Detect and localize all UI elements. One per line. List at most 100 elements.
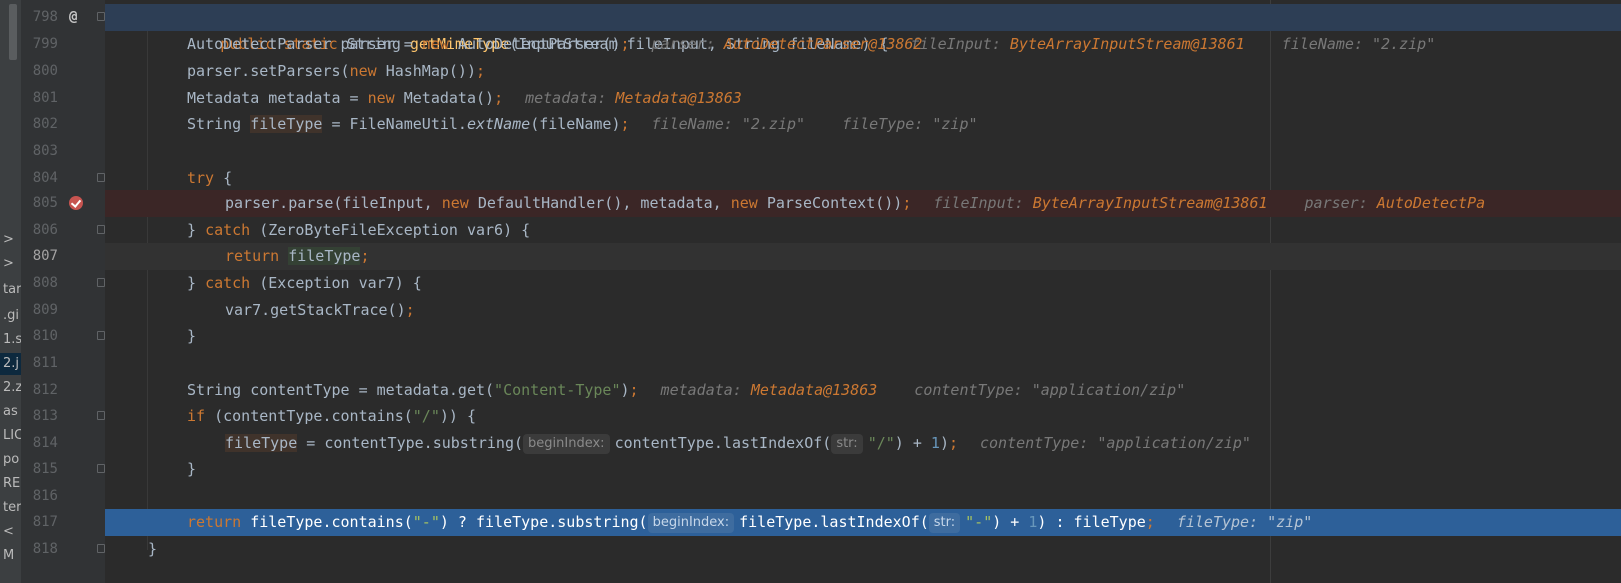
semicolon: ; [1145,513,1155,531]
code-text: HashMap()) [385,62,476,80]
project-tree-item[interactable]: 2.z [0,377,21,399]
project-tree-item[interactable]: tar [0,279,21,301]
fold-marker-icon[interactable] [97,464,105,473]
line-number: 817 [32,514,58,530]
fold-marker-icon[interactable] [97,411,105,420]
line-number: 802 [32,116,58,132]
static-method: extName [466,115,531,133]
code-text: ) : fileType [1037,513,1146,531]
code-line-814[interactable]: fileType = contentType.substring(beginIn… [105,430,1621,457]
code-text: DefaultHandler(), metadata, [477,194,731,212]
gutter-line-798[interactable]: 798 @ [21,4,105,31]
code-line-801[interactable]: Metadata metadata = new Metadata(); metad… [105,85,1621,112]
code-text: contentType.lastIndexOf( [614,434,832,452]
code-line-817-execution-point[interactable]: return fileType.contains("-") ? fileType… [105,509,1621,536]
project-tree-item[interactable]: ter [0,497,21,519]
project-tree-item[interactable]: as [0,401,21,423]
tree-scrollbar[interactable] [9,4,17,60]
code-line-815[interactable]: } [105,456,1621,483]
semicolon: ; [620,115,630,133]
line-number: 812 [32,382,58,398]
code-text: String contentType = metadata.get( [187,381,495,399]
project-tree-item[interactable]: M [0,545,21,567]
gutter-line-808[interactable]: 808 [21,270,105,297]
project-tree-item[interactable]: RE [0,473,21,495]
fold-marker-icon[interactable] [97,173,105,182]
gutter-line-816[interactable]: 816 [21,483,105,510]
fold-marker-icon[interactable] [97,278,105,287]
gutter-line-811[interactable]: 811 [21,350,105,377]
gutter-line-805[interactable]: 805 [21,190,105,217]
inline-debug-hint: fileName: "2.zip" [651,115,806,133]
semicolon: ; [629,381,639,399]
ide-window: > > tar .gi 1.s 2.j 2.z as LIC po RE ter < M 798 @799 8… [0,0,1621,583]
gutter-line-809[interactable]: 809 [21,297,105,324]
gutter-line-803[interactable]: 803 [21,138,105,165]
gutter-line-817[interactable]: 817 [21,509,105,536]
code-text: Metadata metadata = [187,89,368,107]
line-number: 804 [32,170,58,186]
gutter-line-812[interactable]: 812 [21,377,105,404]
gutter-line-807[interactable]: 807 [21,243,105,270]
gutter-line-801[interactable]: 801 [21,85,105,112]
code-line-799[interactable]: AutoDetectParser parser = new AutoDetect… [105,31,1621,58]
inline-debug-hint: contentType: "application/zip" [914,381,1186,399]
breakpoint-icon[interactable] [69,196,83,210]
code-line-809[interactable]: var7.getStackTrace(); [105,297,1621,324]
project-tree-item[interactable]: < [0,521,21,543]
keyword: new [349,62,386,80]
project-tree-item[interactable]: 2.j [0,353,21,375]
code-text: ParseContext()) [766,194,903,212]
gutter-line-814[interactable]: 814 [21,430,105,457]
line-number: 809 [32,302,58,318]
inline-debug-hint: metadata: Metadata@13863 [525,89,742,107]
gutter-line-802[interactable]: 802 [21,111,105,138]
line-number: 808 [32,275,58,291]
code-line-808[interactable]: } catch (Exception var7) { [105,270,1621,297]
code-line-798[interactable]: public static String getMimeType(InputSt… [105,4,1621,53]
project-tree-item[interactable]: LIC [0,425,21,447]
fold-marker-icon[interactable] [97,225,105,234]
code-line-805[interactable]: parser.parse(fileInput, new DefaultHandl… [105,190,1621,217]
gutter-line-806[interactable]: 806 [21,217,105,244]
code-line-807[interactable]: return fileType; [105,243,1621,270]
fold-marker-icon[interactable] [97,544,105,553]
gutter-line-800[interactable]: 800 [21,58,105,85]
code-line-804[interactable]: try { [105,165,1621,192]
line-number: 805 [32,195,58,211]
keyword: catch [205,221,260,239]
line-number: 811 [32,355,58,371]
code-line-802[interactable]: String fileType = FileNameUtil.extName(f… [105,111,1621,138]
code-editor[interactable]: public static String getMimeType(InputSt… [105,0,1621,583]
project-tree-item[interactable]: > [0,229,21,251]
gutter-line-799[interactable]: 799 [21,31,105,58]
project-tree-item[interactable]: .gi [0,305,21,327]
code-line-812[interactable]: String contentType = metadata.get("Conte… [105,377,1621,404]
project-tree-item[interactable]: po [0,449,21,471]
gutter-line-813[interactable]: 813 [21,403,105,430]
code-line-810[interactable]: } [105,323,1621,350]
override-icon[interactable]: @ [69,4,77,31]
code-line-813[interactable]: if (contentType.contains("/")) { [105,403,1621,430]
code-text: = FileNameUtil. [322,115,467,133]
gutter-line-818[interactable]: 818 [21,536,105,563]
semicolon: ; [405,301,415,319]
gutter-line-810[interactable]: 810 [21,323,105,350]
fold-marker-icon[interactable] [97,331,105,340]
fold-marker-icon[interactable] [97,12,105,21]
code-line-818[interactable]: } [105,536,1621,563]
string-literal: "Content-Type" [494,381,621,399]
gutter-line-804[interactable]: 804 [21,165,105,192]
code-text: var7.getStackTrace() [225,301,406,319]
keyword: try [187,169,224,187]
line-number: 807 [32,248,58,264]
code-line-800[interactable]: parser.setParsers(new HashMap()); [105,58,1621,85]
gutter-line-815[interactable]: 815 [21,456,105,483]
project-tree-item[interactable]: > [0,253,21,275]
project-tree-item[interactable]: 1.s [0,329,21,351]
line-number: 816 [32,488,58,504]
code-line-806[interactable]: } catch (ZeroByteFileException var6) { [105,217,1621,244]
semicolon: ; [360,247,370,265]
code-text: } [187,221,206,239]
code-text: AutoDetectParser() [457,35,621,53]
